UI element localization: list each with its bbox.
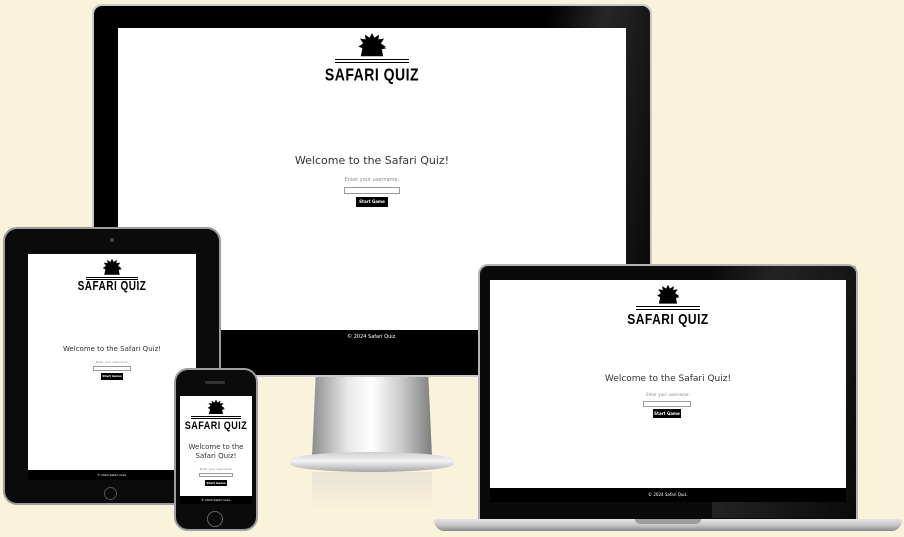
lion-head-icon <box>656 284 680 304</box>
laptop-opening-notch <box>635 519 701 524</box>
username-input[interactable] <box>643 401 691 407</box>
site-footer: © 2024 Safari Quiz. <box>180 496 252 504</box>
start-game-button[interactable]: Start Game <box>356 197 388 207</box>
desktop-stand-neck <box>312 377 432 457</box>
tablet-camera <box>110 238 114 242</box>
logo-text: SAFARI QUIZ <box>324 64 420 84</box>
desktop-stand-foot <box>290 452 454 472</box>
start-game-button[interactable]: Start Game <box>101 373 123 380</box>
welcome-heading: Welcome to the Safari Quiz! <box>188 443 244 460</box>
site-footer: © 2024 Safari Quiz. <box>28 470 196 480</box>
logo-text: SAFARI QUIZ <box>77 280 147 294</box>
site-logo[interactable]: SAFARI QUIZ <box>490 284 846 328</box>
logo-text: SAFARI QUIZ <box>627 310 709 328</box>
lion-head-icon <box>207 399 225 414</box>
tablet-screen: SAFARI QUIZ Welcome to the Safari Quiz! … <box>28 254 196 480</box>
site-logo[interactable]: SAFARI QUIZ <box>28 258 196 294</box>
username-input[interactable] <box>199 473 233 477</box>
lion-head-icon <box>358 33 387 57</box>
logo-text: SAFARI QUIZ <box>184 419 248 432</box>
start-game-button[interactable]: Start Game <box>205 480 227 486</box>
username-input[interactable] <box>344 187 400 194</box>
welcome-heading: Welcome to the Safari Quiz! <box>294 154 450 167</box>
phone-screen: SAFARI QUIZ Welcome to the Safari Quiz! … <box>180 396 252 504</box>
welcome-heading: Welcome to the Safari Quiz! <box>604 374 732 384</box>
welcome-heading: Welcome to the Safari Quiz! <box>62 345 162 353</box>
site-footer: © 2024 Safari Quiz. <box>490 488 846 502</box>
username-prompt: Enter your username: <box>344 177 400 183</box>
phone-home-button[interactable] <box>207 511 223 527</box>
lion-head-icon <box>102 258 122 275</box>
username-prompt: Enter your username: <box>199 467 233 471</box>
phone-speaker <box>205 381 225 384</box>
username-prompt: Enter your username: <box>646 392 690 397</box>
site-logo[interactable]: SAFARI QUIZ <box>180 399 252 432</box>
logo-rule <box>335 59 409 63</box>
site-logo[interactable]: SAFARI QUIZ <box>118 32 626 84</box>
tablet-home-button[interactable] <box>104 487 117 500</box>
username-prompt: Enter your username: <box>95 360 129 364</box>
start-game-button[interactable]: Start Game <box>653 409 681 418</box>
username-input[interactable] <box>93 366 131 371</box>
laptop-screen: SAFARI QUIZ Welcome to the Safari Quiz! … <box>490 280 846 502</box>
desktop-stand-reflection <box>312 472 432 512</box>
